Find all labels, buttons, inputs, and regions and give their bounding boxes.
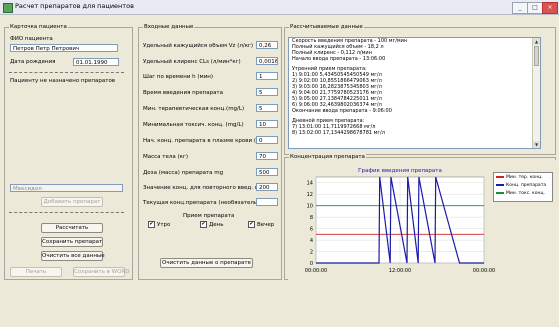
y-tick-label: 10 — [307, 203, 313, 209]
cls-label: Удельный клиренс CLs (л/мин*кг) — [143, 59, 241, 65]
minimize-button[interactable]: _ — [512, 2, 528, 14]
no-drugs-text: Пациенту не назначено препаратов — [10, 78, 116, 84]
results-textbox[interactable]: Скорость введения препарата - 100 мг/мин… — [288, 37, 541, 149]
scroll-down-icon[interactable]: ▼ — [533, 141, 540, 148]
legend-swatch — [496, 175, 504, 178]
initial-conc-label: Нач. конц. препарата в плазме крови (мг/… — [143, 138, 271, 144]
divider — [9, 72, 124, 73]
legend-min-ther-label: Мин. тер. конц. — [506, 175, 543, 180]
clear-all-button[interactable]: Очистить все данные — [41, 251, 105, 261]
infusion-time-label: Время введения препарата — [143, 90, 224, 96]
maximize-button[interactable]: □ — [527, 2, 543, 14]
initial-conc-field[interactable]: 0 — [256, 136, 278, 144]
evening-label: Вечер — [257, 222, 275, 228]
cls-field[interactable]: 0,0016 — [256, 57, 278, 65]
close-button[interactable]: × — [542, 2, 558, 14]
y-tick-label: 8 — [310, 215, 313, 221]
infusion-time-field[interactable]: 5 — [256, 88, 278, 96]
calculate-button[interactable]: Рассчитать — [41, 223, 103, 233]
x-tick-label: 00:00:00 — [473, 268, 495, 274]
vz-field[interactable]: 0,26 — [256, 41, 278, 49]
chart-legend: Мин. тер. конц. Конц. препарата Мин. ток… — [493, 172, 553, 202]
time-step-field[interactable]: 1 — [256, 72, 278, 80]
morning-checkbox[interactable]: ✔ Утро — [148, 221, 170, 228]
vz-label: Удельный кажущийся объем Vz (л/кг) — [143, 43, 254, 49]
legend-min-tox-label: Мин. токс. конц. — [506, 191, 545, 196]
evening-checkbox[interactable]: ✔ Вечер — [248, 221, 274, 228]
dob-label: Дата рождения — [10, 59, 56, 65]
scroll-up-icon[interactable]: ▲ — [533, 38, 540, 45]
time-step-label: Шаг по времени h (мин) — [143, 74, 214, 80]
patient-card-title: Карточка пациента — [9, 24, 68, 30]
day-checkbox[interactable]: ✔ День — [200, 221, 224, 228]
intake-title: Прием препарата — [183, 213, 235, 219]
clear-drug-button[interactable]: Очистить данные о препарате — [160, 258, 253, 268]
results-lines: Скорость введения препарата - 100 мг/мин… — [289, 38, 540, 136]
app-icon — [3, 3, 13, 13]
scroll-thumb[interactable] — [534, 46, 539, 66]
dose-field[interactable]: 500 — [256, 168, 278, 176]
check-icon: ✔ — [248, 221, 255, 228]
body-mass-field[interactable]: 70 — [256, 152, 278, 160]
y-tick-label: 0 — [310, 261, 313, 267]
check-icon: ✔ — [148, 221, 155, 228]
legend-min-tox: Мин. токс. конц. — [496, 191, 545, 196]
title-bar: Расчет препаратов для пациентов _ □ × — [0, 0, 559, 15]
legend-conc-label: Конц. препарата — [506, 183, 547, 188]
check-icon: ✔ — [200, 221, 207, 228]
save-drug-button[interactable]: Сохранить препарат — [41, 237, 103, 247]
add-drug-button[interactable]: Добавить препарат — [41, 197, 103, 207]
calculated-data-title: Рассчитываемые данные — [289, 24, 364, 30]
current-conc-field[interactable] — [256, 198, 278, 206]
legend-swatch — [496, 183, 504, 186]
legend-swatch — [496, 191, 504, 194]
day-label: День — [209, 222, 224, 228]
min-ther-conc-field[interactable]: 5 — [256, 104, 278, 112]
y-tick-label: 2 — [310, 249, 313, 255]
fio-label: ФИО пациента — [10, 36, 53, 42]
y-tick-label: 14 — [307, 181, 313, 187]
repeat-conc-field[interactable]: 200 — [256, 183, 278, 191]
fio-field[interactable]: Петров Петр Петрович — [10, 44, 118, 52]
results-line: 8) 13:02:00 17,1344298678781 мг/л — [292, 130, 385, 136]
input-data-title: Входные данные — [143, 24, 195, 30]
min-tox-conc-field[interactable]: 10 — [256, 120, 278, 128]
min-ther-conc-label: Мин. терапевтическая конц.(mg/L) — [143, 106, 245, 112]
y-tick-label: 4 — [310, 238, 313, 244]
morning-label: Утро — [157, 222, 171, 228]
dose-label: Доза (масса) препарата mg — [143, 170, 224, 176]
save-word-button[interactable]: Сохранить в WORD — [73, 267, 130, 277]
min-tox-conc-label: Минимальная токсич. конц. (mg/L) — [143, 122, 244, 128]
x-tick-label: 12:00:00 — [389, 268, 411, 274]
drug-field[interactable]: Мексидол — [10, 184, 123, 192]
y-tick-label: 12 — [307, 192, 313, 198]
legend-min-ther: Мин. тер. конц. — [496, 175, 543, 180]
x-tick-label: 00:00:00 — [305, 268, 327, 274]
chart-title: График введения препарата — [358, 168, 442, 174]
results-scrollbar[interactable]: ▲ ▼ — [532, 38, 540, 148]
window-title: Расчет препаратов для пациентов — [15, 2, 134, 10]
body-mass-label: Масса тела (кг) — [143, 154, 189, 160]
y-tick-label: 6 — [310, 226, 313, 232]
dob-field[interactable]: 01.01.1990 — [73, 58, 119, 66]
divider — [9, 212, 124, 213]
current-conc-label: Текущая конц.препарата (необязательно) — [143, 200, 267, 206]
legend-conc: Конц. препарата — [496, 183, 546, 188]
print-button[interactable]: Печать — [10, 267, 62, 277]
repeat-conc-label: Значение конц. для повторного введ. преп… — [143, 185, 271, 191]
